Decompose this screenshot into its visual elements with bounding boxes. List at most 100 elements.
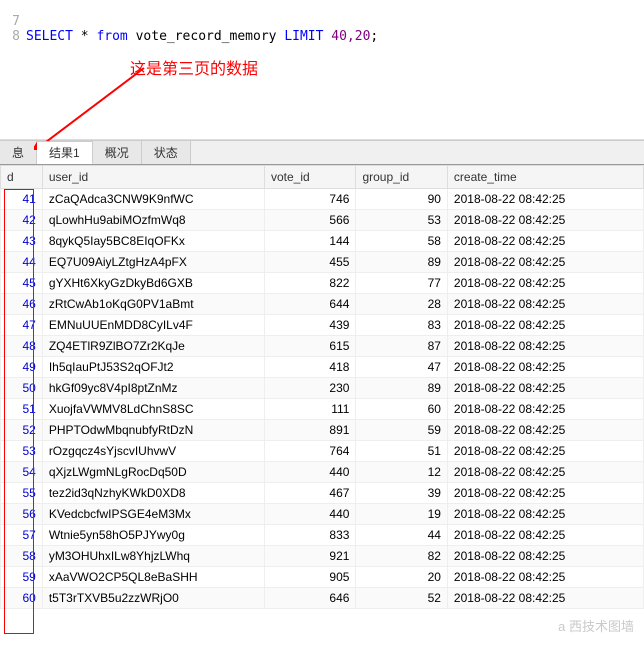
cell-vote-id: 455 xyxy=(264,252,355,273)
line-number: 7 xyxy=(8,14,26,29)
sql-editor[interactable]: 7 8 SELECT * from vote_record_memory LIM… xyxy=(0,0,644,140)
cell-user-id: 8qykQ5Iay5BC8EIqOFKx xyxy=(42,231,264,252)
cell-vote-id: 111 xyxy=(264,399,355,420)
cell-create-time: 2018-08-22 08:42:25 xyxy=(447,378,643,399)
cell-create-time: 2018-08-22 08:42:25 xyxy=(447,441,643,462)
table-row[interactable]: 42qLowhHu9abiMOzfmWq8566532018-08-22 08:… xyxy=(1,210,644,231)
tab-result1[interactable]: 结果1 xyxy=(37,141,93,164)
table-row[interactable]: 46zRtCwAb1oKqG0PV1aBmt644282018-08-22 08… xyxy=(1,294,644,315)
cell-d: 53 xyxy=(1,441,43,462)
cell-vote-id: 644 xyxy=(264,294,355,315)
table-row[interactable]: 51XuojfaVWMV8LdChnS8SC111602018-08-22 08… xyxy=(1,399,644,420)
header-user-id[interactable]: user_id xyxy=(42,166,264,189)
line-number: 8 xyxy=(8,29,26,44)
table-row[interactable]: 53rOzgqcz4sYjscvIUhvwV764512018-08-22 08… xyxy=(1,441,644,462)
cell-group-id: 89 xyxy=(356,252,447,273)
result-grid[interactable]: d user_id vote_id group_id create_time 4… xyxy=(0,165,644,609)
cell-group-id: 90 xyxy=(356,189,447,210)
cell-vote-id: 144 xyxy=(264,231,355,252)
tab-status[interactable]: 状态 xyxy=(142,141,191,164)
table-row[interactable]: 48ZQ4ETlR9ZlBO7Zr2KqJe615872018-08-22 08… xyxy=(1,336,644,357)
cell-group-id: 89 xyxy=(356,378,447,399)
cell-vote-id: 615 xyxy=(264,336,355,357)
cell-user-id: rOzgqcz4sYjscvIUhvwV xyxy=(42,441,264,462)
cell-user-id: EMNuUUEnMDD8CyILv4F xyxy=(42,315,264,336)
cell-vote-id: 230 xyxy=(264,378,355,399)
cell-d: 58 xyxy=(1,546,43,567)
cell-group-id: 83 xyxy=(356,315,447,336)
cell-group-id: 87 xyxy=(356,336,447,357)
cell-create-time: 2018-08-22 08:42:25 xyxy=(447,336,643,357)
table-row[interactable]: 55tez2id3qNzhyKWkD0XD8467392018-08-22 08… xyxy=(1,483,644,504)
cell-d: 46 xyxy=(1,294,43,315)
table-row[interactable]: 47EMNuUUEnMDD8CyILv4F439832018-08-22 08:… xyxy=(1,315,644,336)
cell-d: 49 xyxy=(1,357,43,378)
table-row[interactable]: 45gYXHt6XkyGzDkyBd6GXB822772018-08-22 08… xyxy=(1,273,644,294)
table-row[interactable]: 50hkGf09yc8V4pI8ptZnMz230892018-08-22 08… xyxy=(1,378,644,399)
cell-d: 45 xyxy=(1,273,43,294)
header-create-time[interactable]: create_time xyxy=(447,166,643,189)
cell-group-id: 52 xyxy=(356,588,447,609)
tab-info[interactable]: 息 xyxy=(0,141,37,164)
cell-user-id: zRtCwAb1oKqG0PV1aBmt xyxy=(42,294,264,315)
cell-user-id: qLowhHu9abiMOzfmWq8 xyxy=(42,210,264,231)
cell-create-time: 2018-08-22 08:42:25 xyxy=(447,252,643,273)
table-row[interactable]: 52PHPTOdwMbqnubfyRtDzN891592018-08-22 08… xyxy=(1,420,644,441)
cell-d: 42 xyxy=(1,210,43,231)
cell-group-id: 47 xyxy=(356,357,447,378)
table-row[interactable]: 56KVedcbcfwIPSGE4eM3Mx440192018-08-22 08… xyxy=(1,504,644,525)
cell-d: 56 xyxy=(1,504,43,525)
cell-d: 44 xyxy=(1,252,43,273)
cell-group-id: 51 xyxy=(356,441,447,462)
cell-create-time: 2018-08-22 08:42:25 xyxy=(447,483,643,504)
table-row[interactable]: 54qXjzLWgmNLgRocDq50D440122018-08-22 08:… xyxy=(1,462,644,483)
cell-create-time: 2018-08-22 08:42:25 xyxy=(447,210,643,231)
cell-group-id: 44 xyxy=(356,525,447,546)
cell-create-time: 2018-08-22 08:42:25 xyxy=(447,462,643,483)
cell-vote-id: 822 xyxy=(264,273,355,294)
cell-user-id: t5T3rTXVB5u2zzWRjO0 xyxy=(42,588,264,609)
watermark-text: a 西技术图墙 xyxy=(558,616,634,635)
table-row[interactable]: 41zCaQAdca3CNW9K9nfWC746902018-08-22 08:… xyxy=(1,189,644,210)
cell-group-id: 53 xyxy=(356,210,447,231)
tab-profile[interactable]: 概况 xyxy=(93,141,142,164)
table-row[interactable]: 59xAaVWO2CP5QL8eBaSHH905202018-08-22 08:… xyxy=(1,567,644,588)
header-vote-id[interactable]: vote_id xyxy=(264,166,355,189)
cell-create-time: 2018-08-22 08:42:25 xyxy=(447,504,643,525)
header-d[interactable]: d xyxy=(1,166,43,189)
header-group-id[interactable]: group_id xyxy=(356,166,447,189)
table-row[interactable]: 60t5T3rTXVB5u2zzWRjO0646522018-08-22 08:… xyxy=(1,588,644,609)
cell-user-id: EQ7U09AiyLZtgHzA4pFX xyxy=(42,252,264,273)
cell-create-time: 2018-08-22 08:42:25 xyxy=(447,525,643,546)
table-row[interactable]: 49Ih5qIauPtJ53S2qOFJt2418472018-08-22 08… xyxy=(1,357,644,378)
cell-d: 47 xyxy=(1,315,43,336)
cell-user-id: xAaVWO2CP5QL8eBaSHH xyxy=(42,567,264,588)
cell-vote-id: 566 xyxy=(264,210,355,231)
cell-create-time: 2018-08-22 08:42:25 xyxy=(447,189,643,210)
cell-create-time: 2018-08-22 08:42:25 xyxy=(447,399,643,420)
cell-d: 51 xyxy=(1,399,43,420)
cell-d: 41 xyxy=(1,189,43,210)
result-tabs: 息 结果1 概况 状态 xyxy=(0,140,644,165)
cell-vote-id: 764 xyxy=(264,441,355,462)
cell-user-id: qXjzLWgmNLgRocDq50D xyxy=(42,462,264,483)
table-row[interactable]: 58yM3OHUhxILw8YhjzLWhq921822018-08-22 08… xyxy=(1,546,644,567)
cell-user-id: PHPTOdwMbqnubfyRtDzN xyxy=(42,420,264,441)
table-row[interactable]: 44EQ7U09AiyLZtgHzA4pFX455892018-08-22 08… xyxy=(1,252,644,273)
cell-user-id: yM3OHUhxILw8YhjzLWhq xyxy=(42,546,264,567)
cell-vote-id: 440 xyxy=(264,504,355,525)
cell-create-time: 2018-08-22 08:42:25 xyxy=(447,273,643,294)
cell-vote-id: 833 xyxy=(264,525,355,546)
cell-d: 57 xyxy=(1,525,43,546)
cell-create-time: 2018-08-22 08:42:25 xyxy=(447,567,643,588)
cell-vote-id: 467 xyxy=(264,483,355,504)
table-row[interactable]: 438qykQ5Iay5BC8EIqOFKx144582018-08-22 08… xyxy=(1,231,644,252)
cell-group-id: 28 xyxy=(356,294,447,315)
cell-create-time: 2018-08-22 08:42:25 xyxy=(447,294,643,315)
cell-user-id: gYXHt6XkyGzDkyBd6GXB xyxy=(42,273,264,294)
table-row[interactable]: 57Wtnie5yn58hO5PJYwy0g833442018-08-22 08… xyxy=(1,525,644,546)
cell-create-time: 2018-08-22 08:42:25 xyxy=(447,546,643,567)
cell-d: 48 xyxy=(1,336,43,357)
cell-user-id: ZQ4ETlR9ZlBO7Zr2KqJe xyxy=(42,336,264,357)
cell-user-id: Wtnie5yn58hO5PJYwy0g xyxy=(42,525,264,546)
